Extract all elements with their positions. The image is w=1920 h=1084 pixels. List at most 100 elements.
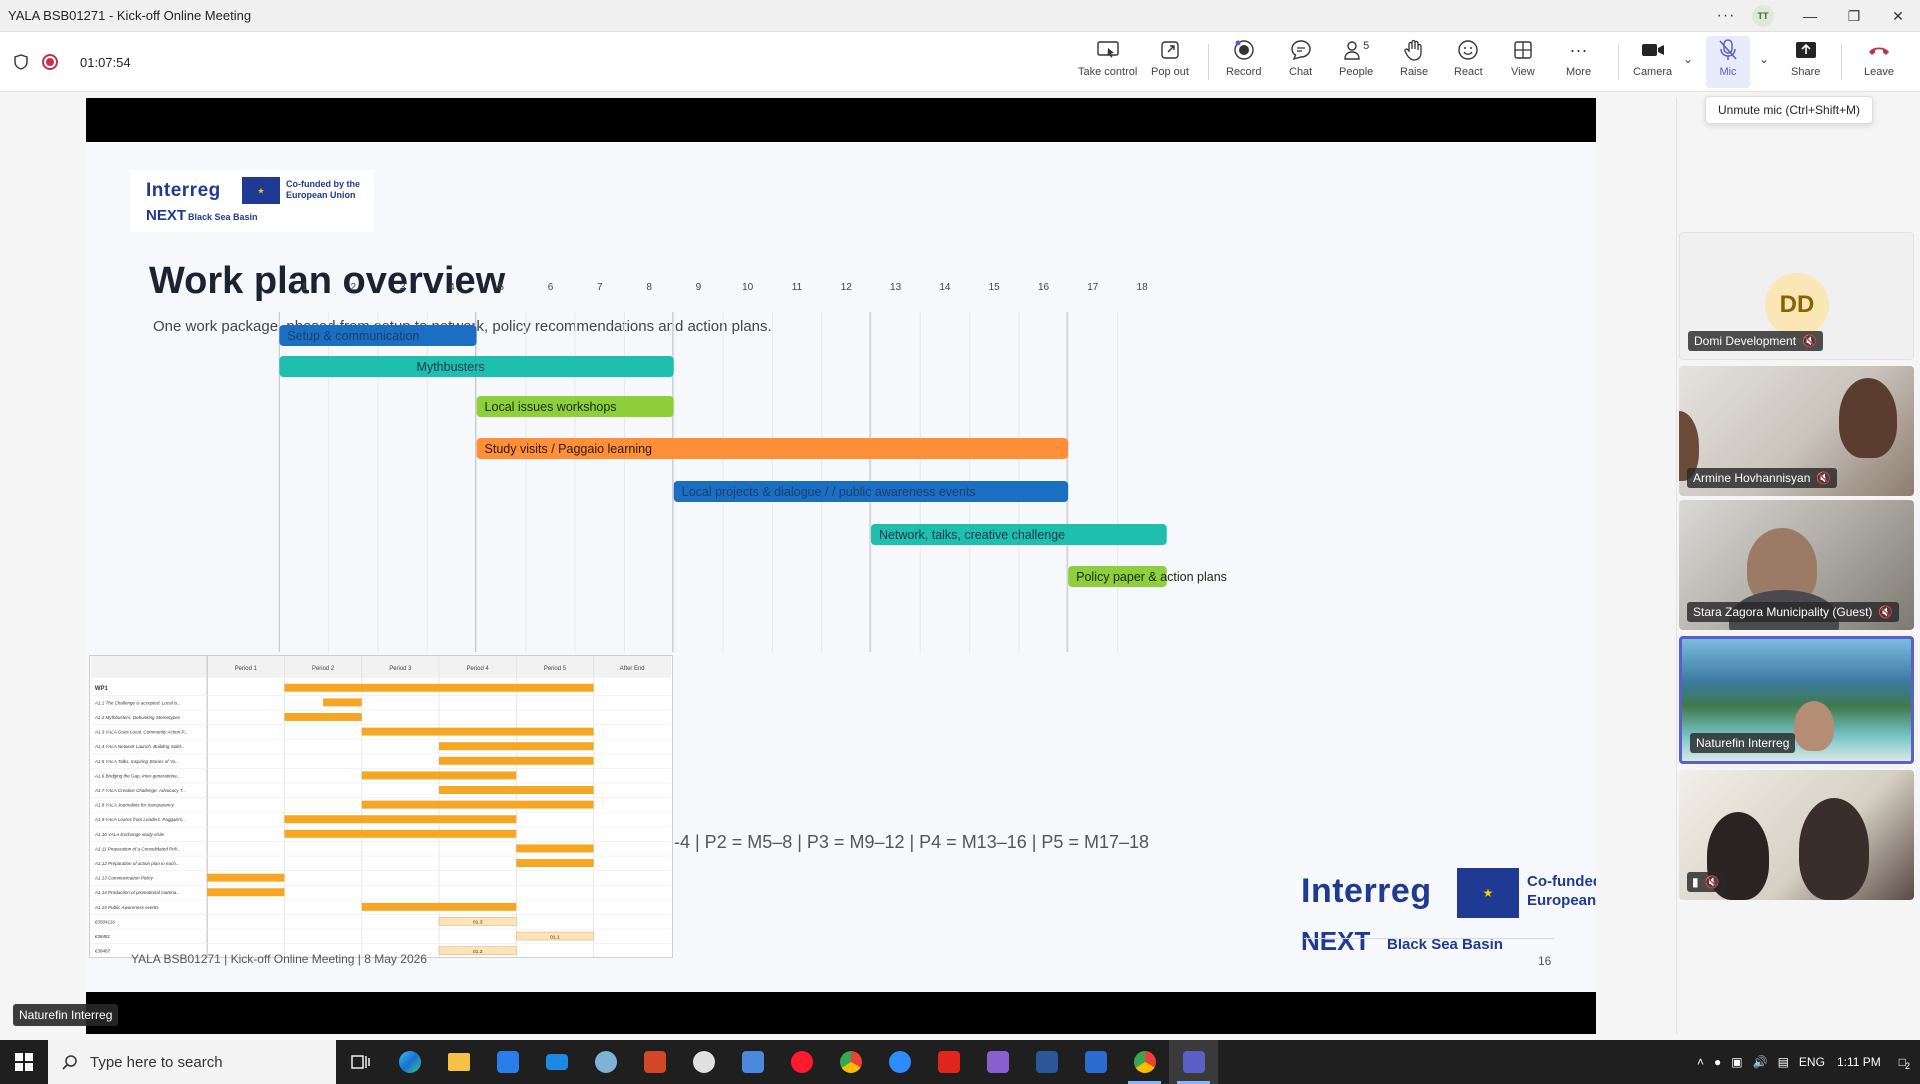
more-button[interactable]: ··· More: [1566, 36, 1591, 88]
mic-options-chevron-down-icon[interactable]: ⌄: [1759, 52, 1769, 66]
teams-icon[interactable]: [1169, 1040, 1218, 1084]
visual-studio-icon[interactable]: [973, 1040, 1022, 1084]
windows-start-icon[interactable]: [0, 1040, 48, 1084]
table-schedule-bar: [323, 698, 362, 707]
gantt-tick-label: 13: [890, 282, 902, 293]
user-avatar[interactable]: TT: [1752, 5, 1774, 27]
participant-tile[interactable]: DD Domi Development 🔇: [1679, 232, 1914, 360]
table-row-label: A1.5 YALA Talks. Inspiring Stories of Yo…: [94, 759, 179, 764]
restore-button[interactable]: ❐: [1832, 0, 1876, 32]
table-row-label: A1.12 Preparation of action plan in each…: [94, 861, 180, 866]
table-row-label: €3504116: [95, 919, 115, 924]
participant-name-text: Domi Development: [1694, 334, 1797, 348]
share-icon: [1795, 36, 1817, 64]
language-indicator[interactable]: ENG: [1799, 1055, 1825, 1069]
mail-icon[interactable]: [532, 1040, 581, 1084]
wifi-icon[interactable]: ▤: [1778, 1055, 1789, 1069]
edge-browser-icon[interactable]: [385, 1040, 434, 1084]
chrome-profile-icon[interactable]: [1120, 1040, 1169, 1084]
participant-tile[interactable]: Naturefin Interreg: [1679, 636, 1914, 764]
camera-label: Camera: [1633, 66, 1673, 78]
react-button[interactable]: React: [1454, 36, 1483, 88]
chat-button[interactable]: Chat: [1289, 36, 1312, 88]
table-deliverable-tag: 01.3: [473, 920, 483, 926]
table-row-label: A1.15 Public Awareness events: [94, 905, 159, 910]
table-row-label: WP1: [95, 686, 109, 692]
table-schedule-bar: [284, 815, 517, 824]
powerpoint-icon[interactable]: [630, 1040, 679, 1084]
table-header-cell: Period 4: [467, 666, 490, 672]
search-icon: [62, 1055, 77, 1070]
table-row-label: A1.7 YALA Creative Challenge. Advocacy T…: [94, 788, 186, 793]
pop-out-button[interactable]: Pop out: [1151, 36, 1189, 88]
app-icon[interactable]: [581, 1040, 630, 1084]
participant-tile[interactable]: Stara Zagora Municipality (Guest) 🔇: [1679, 500, 1914, 630]
calculator-icon[interactable]: [728, 1040, 777, 1084]
display-icon[interactable]: ▣: [1731, 1055, 1742, 1069]
gantt-tick-label: 18: [1137, 282, 1149, 293]
gantt-tick-label: 6: [548, 282, 554, 293]
more-options-icon[interactable]: ···: [1706, 7, 1746, 25]
participant-tile[interactable]: ▮ 🔇: [1679, 770, 1914, 900]
mic-muted-icon: 🔇: [1816, 471, 1832, 485]
table-row-label: A1.14 Production of promotional materia.…: [94, 890, 180, 895]
leave-label: Leave: [1864, 66, 1894, 78]
view-button[interactable]: View: [1511, 36, 1535, 88]
store-icon[interactable]: [483, 1040, 532, 1084]
zoom-icon[interactable]: [875, 1040, 924, 1084]
chrome-icon[interactable]: [826, 1040, 875, 1084]
pop-out-label: Pop out: [1151, 66, 1189, 78]
task-view-icon[interactable]: [336, 1040, 385, 1084]
gantt-tick-label: 7: [597, 282, 603, 293]
mic-label: Mic: [1719, 66, 1737, 78]
windows-taskbar: Type here to search ˄ ● ▣ 🔊 ▤ ENG 1:11 P…: [0, 1040, 1920, 1084]
word-icon[interactable]: [1022, 1040, 1071, 1084]
people-button[interactable]: 5 People: [1339, 36, 1373, 88]
table-schedule-bar: [361, 771, 517, 780]
mic-muted-icon: 🔇: [1704, 875, 1720, 889]
eu-flag-icon: ★: [1457, 868, 1519, 918]
hang-up-icon: [1867, 36, 1891, 64]
system-tray: ˄ ● ▣ 🔊 ▤ ENG 1:11 PM □ 2: [1697, 1040, 1920, 1084]
camera-button[interactable]: Camera: [1633, 36, 1672, 88]
mic-button[interactable]: Mic: [1706, 36, 1750, 88]
participant-speaking-indicator: ▮ 🔇: [1687, 872, 1725, 892]
record-button[interactable]: Record: [1226, 36, 1261, 88]
taskbar-clock[interactable]: 1:11 PM: [1837, 1054, 1881, 1070]
participant-name: Naturefin Interreg: [1690, 733, 1796, 753]
gantt-tick-label: 11: [792, 282, 803, 293]
network-icon[interactable]: ●: [1714, 1055, 1721, 1069]
table-row-label: A1.1 The Challenge is accepted. Local is…: [94, 700, 181, 705]
camera-icon: [1641, 36, 1665, 64]
acrobat-icon[interactable]: [924, 1040, 973, 1084]
volume-icon[interactable]: 🔊: [1753, 1055, 1768, 1069]
app-icon[interactable]: [1071, 1040, 1120, 1084]
file-explorer-icon[interactable]: [434, 1040, 483, 1084]
close-button[interactable]: ✕: [1876, 0, 1920, 32]
minimize-button[interactable]: —: [1788, 0, 1832, 32]
opera-icon[interactable]: [777, 1040, 826, 1084]
stage-letterbox-top: [86, 98, 1596, 142]
gantt-task-label: Setup & communication: [287, 329, 419, 343]
participant-name-text: Armine Hovhannisyan: [1693, 471, 1811, 485]
mic-muted-icon: [1718, 36, 1738, 64]
camera-options-chevron-down-icon[interactable]: ⌄: [1683, 52, 1693, 66]
chevron-up-icon[interactable]: ˄: [1697, 1055, 1704, 1069]
footer-divider: [1304, 938, 1554, 939]
participant-tile[interactable]: Armine Hovhannisyan 🔇: [1679, 366, 1914, 496]
music-icon[interactable]: [679, 1040, 728, 1084]
table-header-cell: Period 1: [235, 666, 258, 672]
pop-out-icon: [1160, 36, 1180, 64]
taskbar-search-input[interactable]: Type here to search: [48, 1040, 336, 1084]
notification-icon[interactable]: □ 2: [1899, 1055, 1910, 1071]
mic-tooltip: Unmute mic (Ctrl+Shift+M): [1705, 96, 1874, 124]
share-button[interactable]: Share: [1791, 36, 1820, 88]
take-control-button[interactable]: Take control: [1078, 36, 1137, 88]
table-schedule-bar: [516, 859, 594, 867]
avatar: DD: [1765, 273, 1829, 337]
leave-button[interactable]: Leave: [1864, 36, 1894, 88]
presenter-name-label: Naturefin Interreg: [13, 1004, 119, 1026]
raise-hand-button[interactable]: Raise: [1400, 36, 1428, 88]
window-titlebar: YALA BSB01271 - Kick-off Online Meeting …: [0, 0, 1920, 32]
gantt-tick-label: 14: [939, 282, 951, 293]
